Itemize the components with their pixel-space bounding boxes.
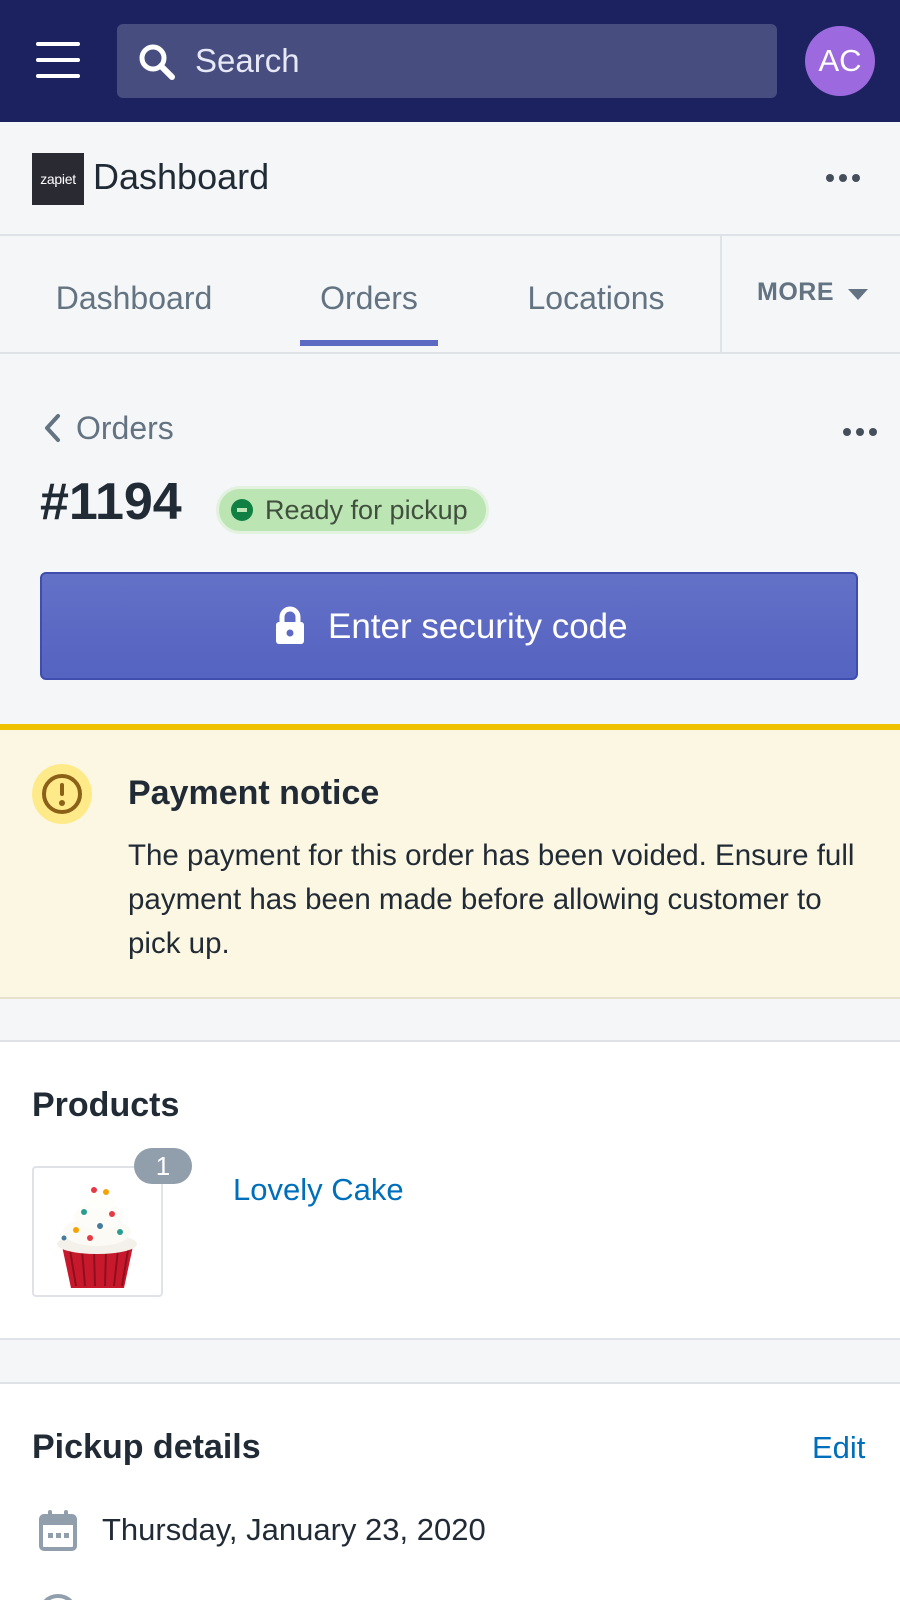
menu-icon[interactable]	[36, 42, 80, 78]
app-header: zapiet Dashboard	[0, 122, 900, 236]
chevron-left-icon	[45, 414, 60, 442]
status-badge: Ready for pickup	[216, 486, 489, 534]
banner-body: The payment for this order has been void…	[128, 839, 855, 960]
pickup-details-card: Pickup details Edit Thursday, January 23…	[0, 1382, 900, 1600]
product-link[interactable]: Lovely Cake	[233, 1172, 404, 1208]
more-icon[interactable]	[843, 428, 877, 436]
cupcake-image	[57, 1187, 137, 1288]
tab-orders[interactable]: Orders	[300, 236, 438, 352]
enter-security-code-label: Enter security code	[328, 607, 628, 646]
tab-bar: Dashboard Orders Locations MORE	[0, 236, 900, 354]
more-icon[interactable]	[826, 174, 860, 182]
banner-title: Payment notice	[128, 774, 380, 812]
top-bar: AC	[0, 0, 900, 122]
quantity-badge: 1	[134, 1148, 192, 1184]
pickup-details-title: Pickup details	[32, 1428, 261, 1466]
payment-notice-banner: Payment notice The payment for this orde…	[0, 724, 900, 999]
enter-security-code-button[interactable]: Enter security code	[40, 572, 858, 680]
tab-more[interactable]: MORE	[722, 236, 900, 352]
edit-link[interactable]: Edit	[812, 1430, 865, 1466]
tab-locations[interactable]: Locations	[512, 236, 680, 352]
lock-icon	[276, 606, 304, 644]
pickup-date: Thursday, January 23, 2020	[102, 1512, 486, 1547]
caret-down-icon	[848, 289, 868, 300]
page-title: #1194	[40, 473, 182, 531]
search-box[interactable]	[117, 24, 777, 98]
products-title: Products	[32, 1086, 180, 1124]
calendar-icon	[39, 1510, 77, 1551]
product-thumbnail[interactable]	[32, 1166, 163, 1297]
avatar[interactable]: AC	[805, 26, 875, 96]
products-card: Products 1 Lovely Cake	[0, 1040, 900, 1340]
status-dot-icon	[231, 499, 253, 521]
breadcrumb-label: Orders	[76, 410, 174, 446]
search-input[interactable]	[195, 24, 755, 98]
app-logo: zapiet	[32, 153, 84, 205]
tab-more-label: MORE	[757, 278, 834, 306]
tab-dashboard[interactable]: Dashboard	[40, 236, 228, 352]
status-badge-label: Ready for pickup	[265, 495, 468, 525]
search-icon	[139, 44, 175, 80]
clock-icon	[38, 1594, 78, 1600]
app-title: Dashboard	[93, 156, 270, 197]
alert-icon	[32, 764, 92, 824]
